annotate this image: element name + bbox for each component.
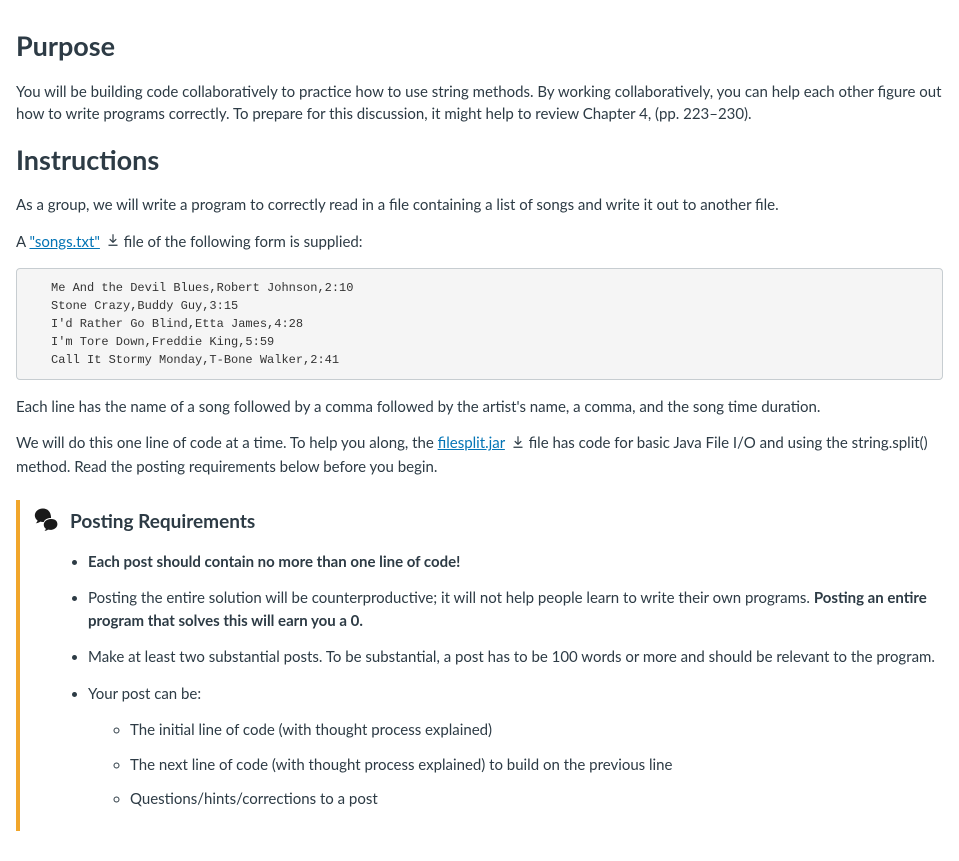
sub-list: The initial line of code (with thought p… [88, 719, 937, 811]
list-item: Questions/hints/corrections to a post [130, 788, 937, 811]
sentence-prefix: A [16, 233, 30, 251]
sentence-suffix: file of the following form is supplied: [124, 233, 363, 251]
list-item: The initial line of code (with thought p… [130, 719, 937, 742]
requirements-list: Each post should contain no more than on… [34, 551, 937, 811]
chat-icon [34, 506, 60, 539]
songs-txt-link[interactable]: "songs.txt" [30, 233, 100, 251]
list-item: Posting the entire solution will be coun… [88, 587, 937, 632]
helper-paragraph: We will do this one line of code at a ti… [16, 432, 943, 478]
purpose-paragraph: You will be building code collaborativel… [16, 81, 943, 126]
helper-prefix: We will do this one line of code at a ti… [16, 434, 438, 452]
req-item-text: Make at least two substantial posts. To … [88, 648, 935, 666]
instructions-intro: As a group, we will write a program to c… [16, 194, 943, 217]
requirements-title: Posting Requirements [70, 508, 255, 537]
songs-code-block: Me And the Devil Blues,Robert Johnson,2:… [16, 268, 943, 380]
list-item: Make at least two substantial posts. To … [88, 646, 937, 669]
list-item: The next line of code (with thought proc… [130, 754, 937, 777]
instructions-heading: Instructions [16, 140, 943, 181]
purpose-heading: Purpose [16, 26, 943, 67]
callout-header: Posting Requirements [34, 506, 937, 539]
each-line-paragraph: Each line has the name of a song followe… [16, 396, 943, 419]
songs-file-sentence: A "songs.txt" file of the following form… [16, 231, 943, 254]
download-icon[interactable] [106, 231, 120, 254]
req-item-text: Your post can be: [88, 685, 201, 703]
list-item: Your post can be: The initial line of co… [88, 683, 937, 811]
list-item: Each post should contain no more than on… [88, 551, 937, 574]
posting-requirements-callout: Posting Requirements Each post should co… [16, 500, 943, 831]
download-icon[interactable] [511, 433, 525, 456]
req-item-bold: Each post should contain no more than on… [88, 553, 460, 571]
req-item-text: Posting the entire solution will be coun… [88, 589, 814, 607]
filesplit-jar-link[interactable]: filesplit.jar [438, 434, 505, 452]
